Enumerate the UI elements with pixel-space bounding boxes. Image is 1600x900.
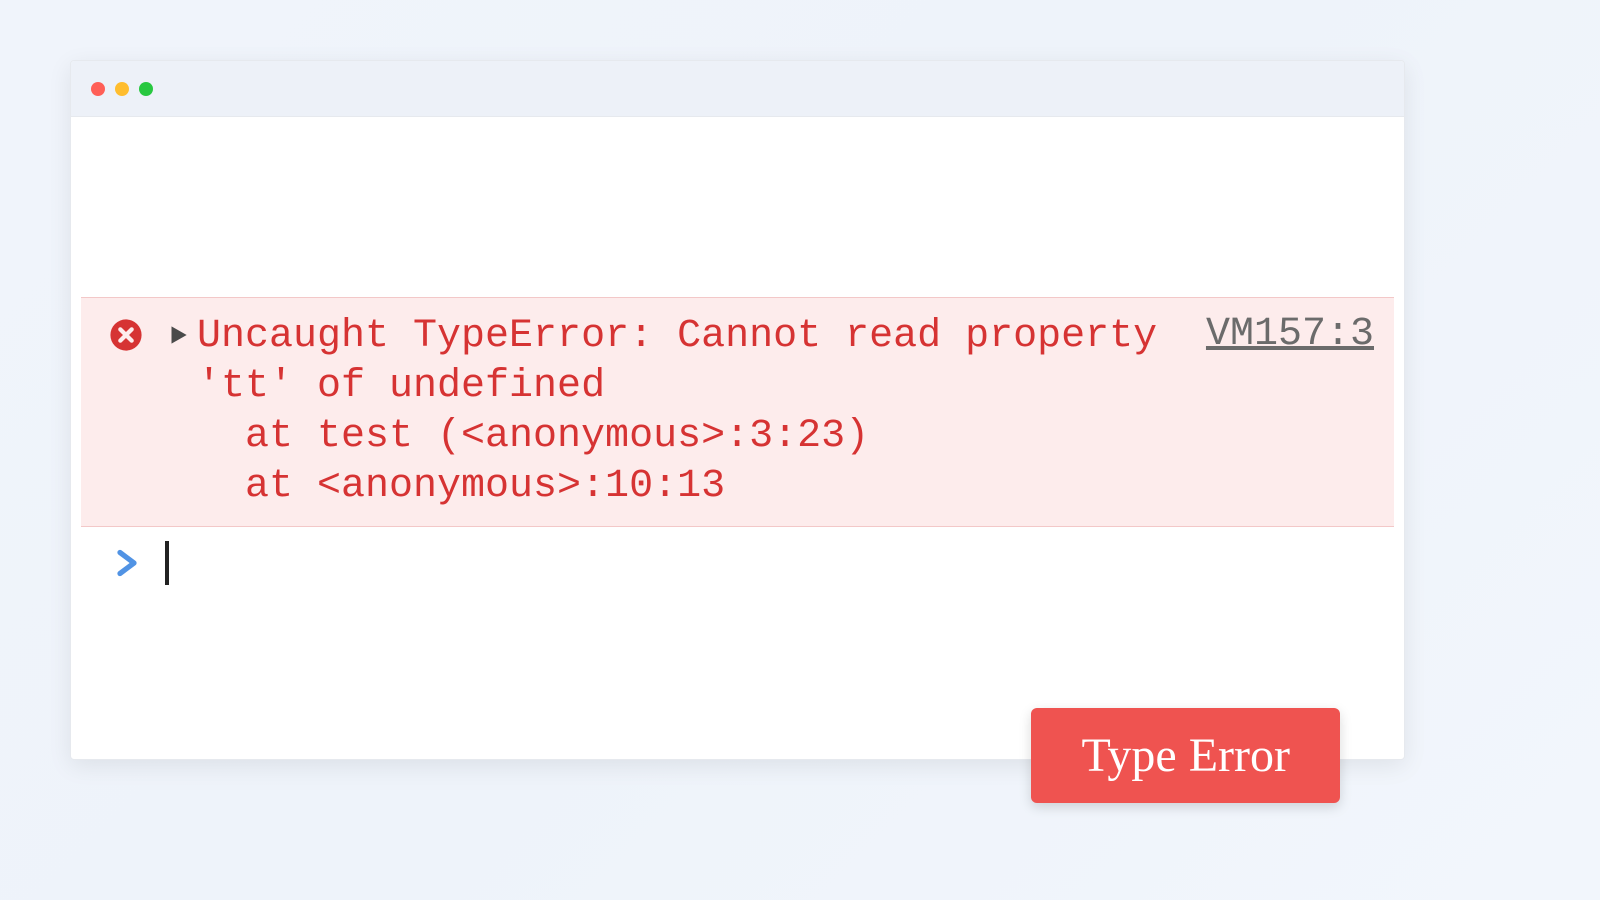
close-icon[interactable] (91, 82, 105, 96)
text-cursor (165, 541, 169, 585)
expand-triangle-icon[interactable] (165, 322, 191, 348)
stack-frame: at test (<anonymous>:3:23) (181, 412, 1374, 462)
console-input[interactable] (165, 541, 1374, 585)
error-message-text: Uncaught TypeError: Cannot read property… (197, 312, 1186, 412)
error-source-link[interactable]: VM157:3 (1206, 312, 1374, 357)
prompt-chevron-icon (113, 546, 141, 580)
zoom-icon[interactable] (139, 82, 153, 96)
window-titlebar (71, 61, 1404, 117)
browser-window: Uncaught TypeError: Cannot read property… (70, 60, 1405, 760)
stack-frame: at <anonymous>:10:13 (181, 462, 1374, 512)
type-error-badge: Type Error (1031, 708, 1340, 803)
devtools-console: Uncaught TypeError: Cannot read property… (71, 117, 1404, 599)
stack-trace: at test (<anonymous>:3:23) at <anonymous… (181, 412, 1374, 512)
console-error-row[interactable]: Uncaught TypeError: Cannot read property… (81, 297, 1394, 527)
error-icon (109, 318, 143, 352)
minimize-icon[interactable] (115, 82, 129, 96)
console-prompt-row[interactable] (81, 527, 1394, 599)
badge-label: Type Error (1081, 729, 1290, 782)
